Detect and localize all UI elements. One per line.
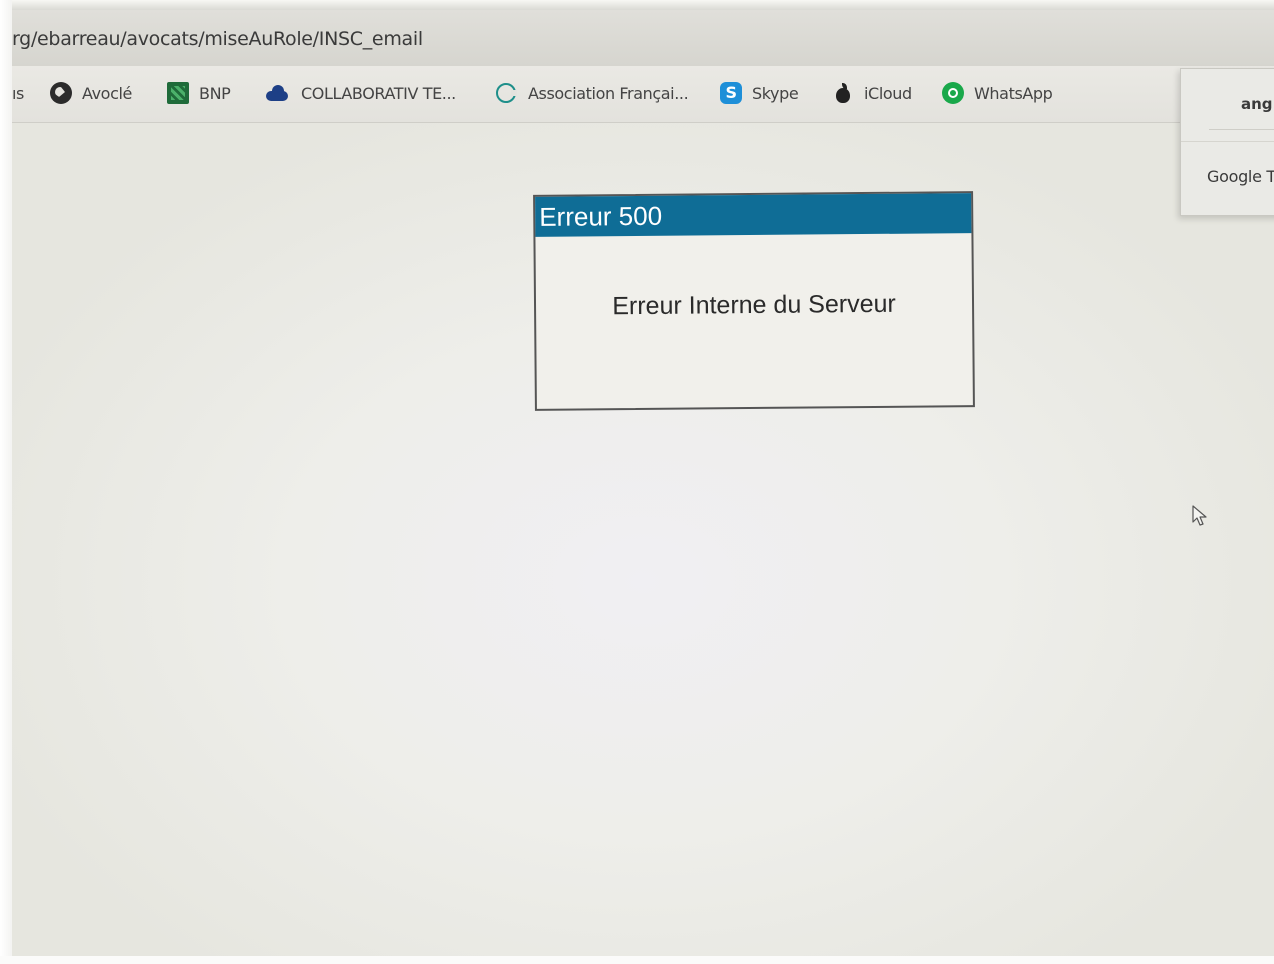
bookmark-label: BNP bbox=[199, 83, 231, 103]
photo-left-edge bbox=[0, 0, 12, 964]
onedrive-cloud-icon bbox=[265, 82, 291, 104]
bookmark-label: Avoclé bbox=[82, 83, 132, 103]
bookmark-item-skype[interactable]: S Skype bbox=[720, 80, 799, 106]
page-content: Erreur 500 Erreur Interne du Serveur bbox=[12, 123, 1274, 956]
bookmark-item-whatsapp[interactable]: WhatsApp bbox=[942, 80, 1053, 106]
association-icon bbox=[496, 83, 517, 103]
bookmark-item-association[interactable]: Association Françai... bbox=[494, 80, 689, 106]
photo-bottom-edge bbox=[0, 956, 1274, 964]
bookmark-label: Association Françai... bbox=[528, 83, 689, 103]
error-title: Erreur 500 bbox=[535, 193, 972, 237]
popup-divider bbox=[1181, 141, 1274, 142]
bnp-icon bbox=[167, 82, 189, 104]
error-message: Erreur Interne du Serveur bbox=[612, 289, 896, 321]
popup-google-link[interactable]: Google T bbox=[1207, 167, 1274, 186]
error-dialog: Erreur 500 Erreur Interne du Serveur bbox=[533, 191, 975, 411]
bookmark-label: COLLABORATIV TE... bbox=[301, 83, 456, 103]
bookmark-item-truncated[interactable]: ıs bbox=[12, 80, 24, 106]
bookmark-label: iCloud bbox=[864, 83, 912, 103]
url-text[interactable]: rg/ebarreau/avocats/miseAuRole/INSC_emai… bbox=[12, 28, 423, 50]
bookmark-item-icloud[interactable]: iCloud bbox=[832, 80, 912, 106]
bookmarks-bar: ıs Avoclé BNP COLLABORATIV TE... Associa… bbox=[12, 66, 1274, 123]
bookmark-item-bnp[interactable]: BNP bbox=[167, 80, 231, 106]
bookmark-label: ıs bbox=[12, 83, 24, 103]
popup-underline bbox=[1209, 129, 1274, 130]
popup-language-text[interactable]: ang bbox=[1241, 95, 1273, 113]
photo-top-edge bbox=[0, 0, 1274, 10]
bookmark-label: Skype bbox=[752, 83, 799, 103]
mouse-cursor-icon bbox=[1192, 505, 1207, 526]
whatsapp-icon bbox=[942, 82, 964, 104]
bookmark-item-collaborativ[interactable]: COLLABORATIV TE... bbox=[265, 80, 456, 106]
skype-icon: S bbox=[720, 82, 742, 104]
extension-popup[interactable]: ang Google T bbox=[1180, 68, 1274, 216]
bookmark-label: WhatsApp bbox=[974, 83, 1053, 103]
apple-icon bbox=[832, 82, 854, 104]
bookmark-item-avocle[interactable]: Avoclé bbox=[50, 80, 132, 106]
address-bar[interactable]: rg/ebarreau/avocats/miseAuRole/INSC_emai… bbox=[12, 10, 1274, 67]
globe-icon bbox=[50, 82, 72, 104]
